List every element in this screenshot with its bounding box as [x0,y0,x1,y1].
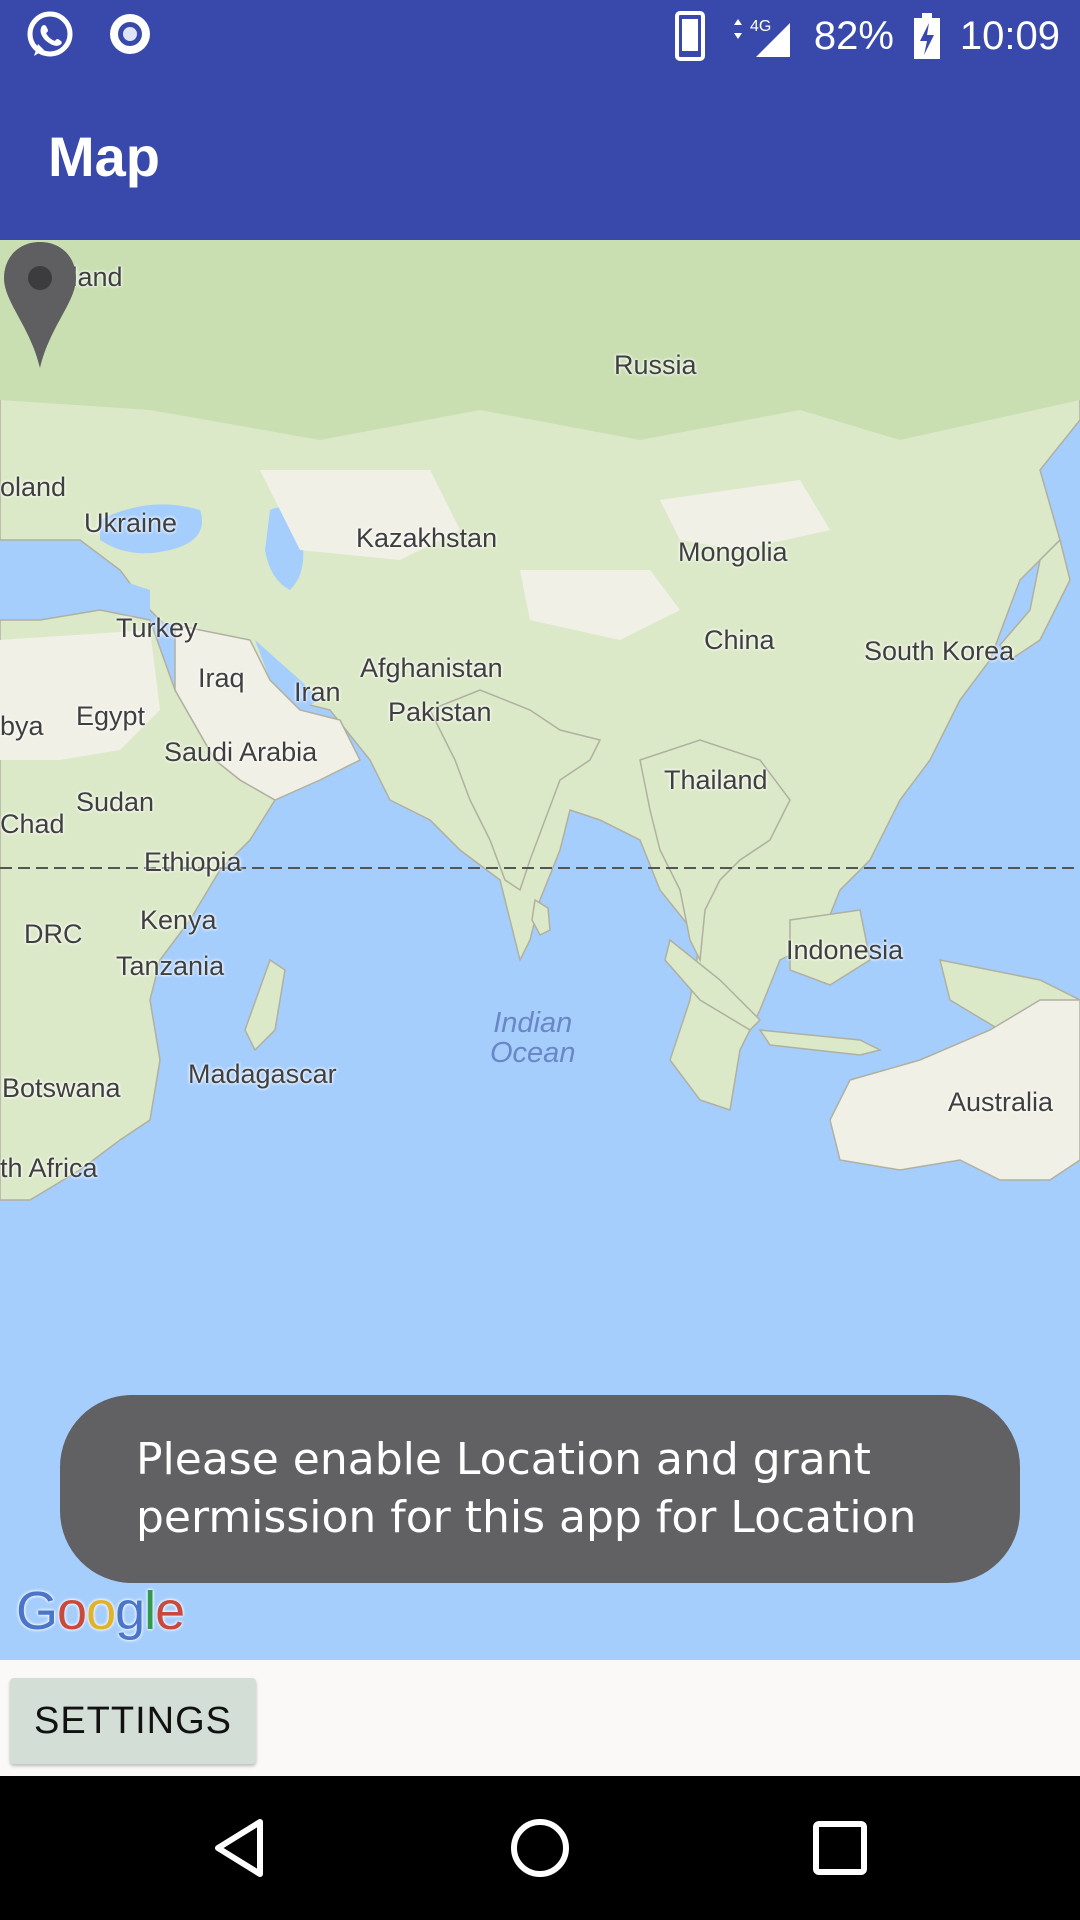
home-icon[interactable] [504,1812,576,1884]
label-indonesia: Indonesia [786,935,904,965]
recents-icon[interactable] [804,1812,876,1884]
label-ukraine: Ukraine [84,508,178,538]
label-turkey: Turkey [116,613,198,643]
label-indian-ocean-line1: Indian [493,1007,573,1039]
label-pakistan: Pakistan [388,697,492,727]
app-bar: Map [0,72,1080,240]
sri-lanka [531,898,551,936]
label-tanzania: Tanzania [116,951,225,981]
label-saudi-arabia: Saudi Arabia [164,737,318,767]
label-botswana: Botswana [2,1073,121,1103]
whatsapp-icon [27,11,73,57]
label-ethiopia: Ethiopia [144,847,242,877]
label-afghanistan: Afghanistan [360,653,503,683]
label-thailand: Thailand [664,765,768,795]
page-title: Map [48,125,160,188]
landmass-eurasia-north [0,240,1080,440]
label-egypt: Egypt [76,701,146,731]
signal-icon: 4G [733,18,790,57]
label-libya: bya [0,711,44,741]
label-kenya: Kenya [140,905,217,935]
battery-percent: 82% [813,13,894,58]
label-kazakhstan: Kazakhstan [356,523,498,553]
svg-text:4G: 4G [750,18,771,35]
bottom-panel: SETTINGS [0,1660,1080,1776]
landmass-java [758,1029,883,1056]
notification-icons [24,10,154,62]
clock: 10:09 [959,13,1060,58]
navigation-bar [0,1776,1080,1920]
label-russia: Russia [614,350,697,380]
label-south-africa: th Africa [0,1153,98,1183]
label-china: China [704,625,775,655]
phone-icon [674,11,705,61]
google-logo: Google [16,1581,185,1641]
label-madagascar: Madagascar [188,1059,337,1089]
settings-button[interactable]: SETTINGS [10,1678,256,1764]
label-sudan: Sudan [76,787,155,817]
label-drc: DRC [24,919,83,949]
label-poland: oland [0,472,67,502]
camera-icon [110,14,150,54]
label-iraq: Iraq [198,663,245,693]
label-iran: Iran [294,677,341,707]
map-pin-icon[interactable] [0,240,80,370]
toast-line-1: Please enable Location and grant [136,1434,871,1485]
back-icon[interactable] [204,1812,276,1884]
label-indian-ocean: Indian Ocean [490,1008,575,1068]
madagascar [244,958,286,1052]
label-south-korea: South Korea [864,636,1015,666]
label-chad: Chad [0,809,65,839]
system-status: 4G 82% 10:09 [674,0,1060,72]
label-indian-ocean-line2: Ocean [490,1037,576,1069]
toast-line-2: permission for this app for Location [136,1492,917,1543]
location-permission-toast: Please enable Location and grant permiss… [60,1395,1020,1583]
status-bar: 4G 82% 10:09 [0,0,1080,72]
label-australia: Australia [948,1087,1054,1117]
battery-icon [913,13,940,59]
label-mongolia: Mongolia [678,537,788,567]
